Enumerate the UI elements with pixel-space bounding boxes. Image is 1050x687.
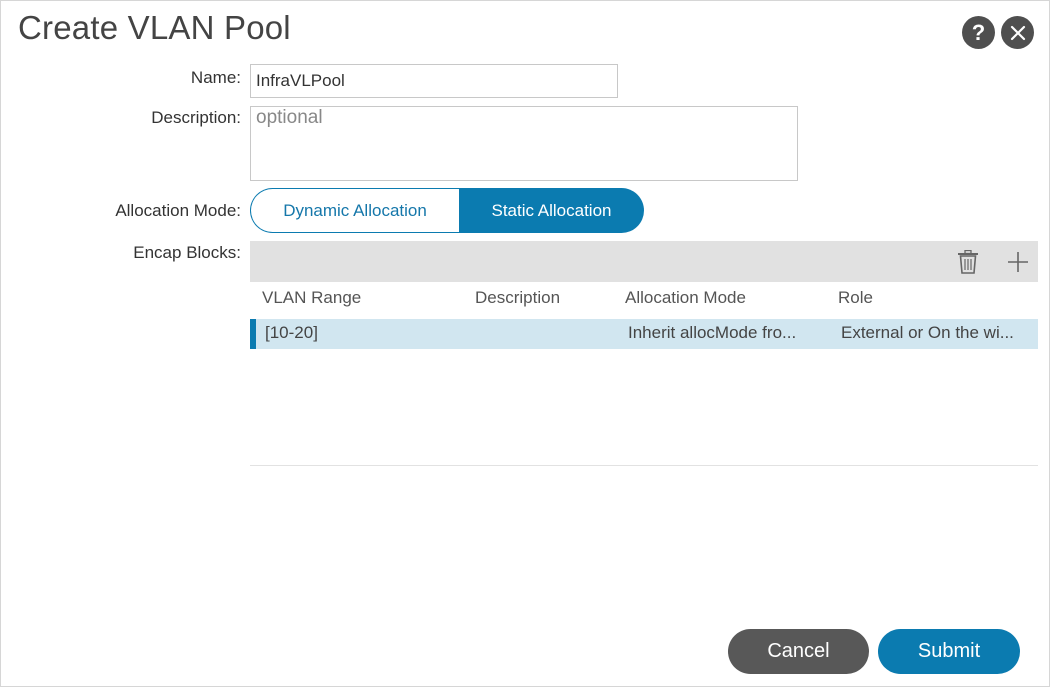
description-label: Description: <box>151 108 241 127</box>
encap-blocks-label: Encap Blocks: <box>133 243 241 262</box>
trash-icon <box>958 250 978 274</box>
add-button[interactable] <box>1005 249 1031 275</box>
allocation-mode-label: Allocation Mode: <box>115 201 241 220</box>
name-label: Name: <box>190 68 241 87</box>
submit-button[interactable]: Submit <box>878 629 1020 674</box>
help-button[interactable]: ? <box>962 16 995 49</box>
encap-blocks-toolbar <box>250 241 1038 282</box>
column-header-description[interactable]: Description <box>475 288 560 308</box>
table-bottom-divider <box>250 465 1038 466</box>
dynamic-allocation-option[interactable]: Dynamic Allocation <box>250 188 459 233</box>
dialog-title: Create VLAN Pool <box>18 9 291 46</box>
cell-allocation-mode: Inherit allocMode fro... <box>628 323 797 342</box>
cell-vlan-range: [10-20] <box>265 323 318 342</box>
table-row[interactable]: [10-20] Inherit allocMode fro... Externa… <box>250 319 1038 349</box>
name-field[interactable] <box>250 64 618 98</box>
plus-icon <box>1008 252 1028 272</box>
cancel-button[interactable]: Cancel <box>728 629 869 674</box>
column-header-role[interactable]: Role <box>838 288 873 308</box>
cell-role: External or On the wi... <box>841 323 1014 342</box>
create-vlan-pool-dialog: Create VLAN Pool ? Name: Description: Al… <box>0 0 1050 687</box>
close-button[interactable] <box>1001 16 1034 49</box>
row-selection-indicator <box>250 319 256 349</box>
delete-button[interactable] <box>955 249 981 275</box>
allocation-mode-toggle: Dynamic Allocation Static Allocation <box>250 188 644 233</box>
column-header-allocation-mode[interactable]: Allocation Mode <box>625 288 746 308</box>
question-icon: ? <box>971 19 986 45</box>
column-header-vlan-range[interactable]: VLAN Range <box>262 288 361 308</box>
static-allocation-option[interactable]: Static Allocation <box>459 188 644 233</box>
description-field[interactable] <box>250 106 798 181</box>
close-icon <box>1010 25 1025 40</box>
